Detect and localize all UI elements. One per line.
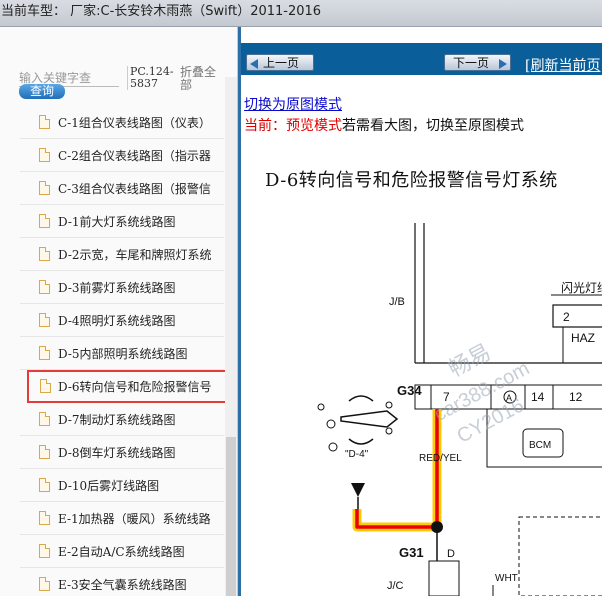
window-title: 当前车型： 厂家:C-长安铃木雨燕（Swift）2011-2016 xyxy=(1,4,322,19)
tree-item-label: C-3组合仪表线路图（报警信 xyxy=(58,182,211,196)
tree-item[interactable]: E-2自动A/C系统线路图 xyxy=(20,535,224,568)
tree-item-label: D-7制动灯系统线路图 xyxy=(58,413,176,427)
next-page-label: 下一页 xyxy=(453,56,490,70)
tree-item[interactable]: C-1组合仪表线路图（仪表） xyxy=(20,106,224,139)
title-bar: 当前车型： 厂家:C-长安铃木雨燕（Swift）2011-2016 xyxy=(0,0,602,27)
next-page-button[interactable]: 下一页 xyxy=(444,54,511,71)
g34-label: G34 xyxy=(397,383,422,398)
viewer-panel: 上一页 下一页 [刷新当前页 切换为原图模式 当前：预览模式若需看大图，切换至原… xyxy=(238,27,602,596)
flasher-label: 闪光灯继 xyxy=(561,281,602,295)
viewer-toolbar: 上一页 下一页 [刷新当前页 xyxy=(241,43,602,75)
tree-item[interactable]: D-8倒车灯系统线路图 xyxy=(20,436,224,469)
document-icon xyxy=(39,181,50,195)
current-mode-line: 当前：预览模式若需看大图，切换至原图模式 xyxy=(244,115,524,135)
document-icon xyxy=(39,313,50,327)
document-icon xyxy=(39,115,50,129)
turn-switch-symbol xyxy=(317,395,399,452)
document-icon xyxy=(39,544,50,558)
refresh-page-link[interactable]: [刷新当前页 xyxy=(525,55,600,75)
jb-label: J/B xyxy=(389,296,405,308)
tree-item-label: D-2示宽，车尾和牌照灯系统 xyxy=(58,248,212,262)
arrow-left-icon xyxy=(250,59,258,69)
wiring-diagram-svg: J/B 闪光灯继 2 HAZ G34 7 A 14 12 BCM xyxy=(317,223,602,596)
query-button[interactable]: 查询 xyxy=(19,84,65,99)
tree-item-label: E-1加热器（暖风）系统线路 xyxy=(58,512,211,526)
d4-ref-label: "D-4" xyxy=(345,449,369,460)
pin-12-label: 12 xyxy=(569,390,583,404)
document-icon xyxy=(39,412,50,426)
tree-item-label: D-10后雾灯线路图 xyxy=(58,479,160,493)
tree-item-label: E-2自动A/C系统线路图 xyxy=(58,545,185,559)
arrow-right-icon xyxy=(499,59,507,69)
tree-item[interactable]: D-3前雾灯系统线路图 xyxy=(20,271,224,304)
tree-item[interactable]: E-3安全气囊系统线路图 xyxy=(20,568,224,596)
jc-label: J/C xyxy=(387,580,404,592)
tree-item[interactable]: E-1加热器（暖风）系统线路 xyxy=(20,502,224,535)
g31-pin-label: D xyxy=(447,548,455,560)
wire-color-label: RED/YEL xyxy=(419,453,462,464)
tree-item[interactable]: D-1前大灯系统线路图 xyxy=(20,205,224,238)
document-icon xyxy=(39,511,50,525)
bcm-label: BCM xyxy=(529,440,551,451)
search-area: 查询 PC.124-5837 折叠全部 xyxy=(0,42,237,106)
mode-name: 预览模式 xyxy=(286,118,342,134)
mode-prefix: 当前： xyxy=(244,118,286,134)
wht-label: WHT xyxy=(495,573,518,584)
document-icon xyxy=(39,577,50,591)
pc-code-label: PC.124-5837 xyxy=(127,66,176,90)
document-icon xyxy=(39,478,50,492)
document-icon xyxy=(40,379,51,393)
tree-item-label: D-5内部照明系统线路图 xyxy=(58,347,188,361)
tree-item[interactable]: D-7制动灯系统线路图 xyxy=(20,403,224,436)
g31-label: G31 xyxy=(399,545,424,560)
tree-item-label: D-6转向信号和危险报警信号 xyxy=(58,380,212,394)
document-icon xyxy=(39,214,50,228)
switch-original-mode-link[interactable]: 切换为原图模式 xyxy=(244,94,342,114)
tree-item-label: D-4照明灯系统线路图 xyxy=(58,314,176,328)
document-icon xyxy=(39,247,50,261)
tree-item[interactable]: D-10后雾灯线路图 xyxy=(20,469,224,502)
mode-hint: 若需看大图，切换至原图模式 xyxy=(342,118,524,134)
document-icon xyxy=(39,148,50,162)
tree-item-label: C-2组合仪表线路图（指示器 xyxy=(58,149,211,163)
tree-item-label: E-3安全气囊系统线路图 xyxy=(58,578,187,592)
tree-item[interactable]: D-2示宽，车尾和牌照灯系统 xyxy=(20,238,224,271)
document-icon xyxy=(39,346,50,360)
pin-14-label: 14 xyxy=(531,390,545,404)
tree-item-label: D-1前大灯系统线路图 xyxy=(58,215,176,229)
tree-item-selected[interactable]: D-6转向信号和危险报警信号 xyxy=(27,370,231,403)
tree-item[interactable]: D-4照明灯系统线路图 xyxy=(20,304,224,337)
document-tree: C-1组合仪表线路图（仪表） C-2组合仪表线路图（指示器 C-3组合仪表线路图… xyxy=(0,106,231,596)
tree-item-label: D-3前雾灯系统线路图 xyxy=(58,281,176,295)
tree-scrollbar-thumb[interactable] xyxy=(226,437,236,596)
document-icon xyxy=(39,445,50,459)
tree-item[interactable]: D-5内部照明系统线路图 xyxy=(20,337,224,370)
document-icon xyxy=(39,280,50,294)
tree-item[interactable]: C-3组合仪表线路图（报警信 xyxy=(20,172,224,205)
prev-page-button[interactable]: 上一页 xyxy=(246,54,314,71)
haz-label: HAZ xyxy=(571,331,595,345)
tree-item[interactable]: C-2组合仪表线路图（指示器 xyxy=(20,139,224,172)
collapse-all-button[interactable]: 折叠全部 xyxy=(180,66,220,92)
tree-item-label: D-8倒车灯系统线路图 xyxy=(58,446,176,460)
tree-item-label: C-1组合仪表线路图（仪表） xyxy=(58,116,211,130)
left-panel: 查询 PC.124-5837 折叠全部 C-1组合仪表线路图（仪表） C-2组合… xyxy=(0,27,238,596)
pin-2-label: 2 xyxy=(563,310,570,324)
prev-page-label: 上一页 xyxy=(263,56,300,70)
wiring-diagram: D-6转向信号和危险报警信号灯系统 J/B 闪光灯继 2 HAZ G34 7 A xyxy=(241,145,602,596)
